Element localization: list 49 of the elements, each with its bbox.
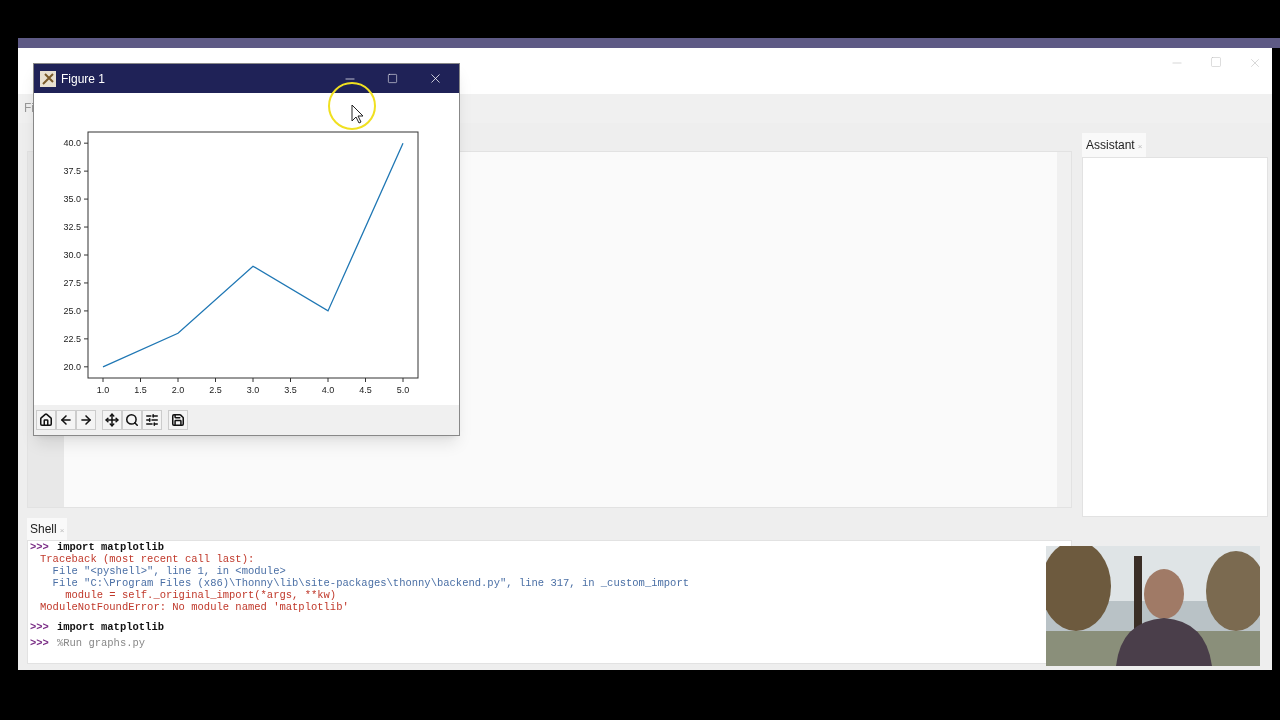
save-icon [171,413,185,427]
shell-line: %Run graphs.py [56,637,146,649]
shell-line: module = self._original_import(*args, **kw) [64,589,337,601]
save-button[interactable] [168,410,188,430]
forward-arrow-icon [79,413,93,427]
shell-line: Traceback (most recent call last): [39,553,255,565]
search-button[interactable] [122,410,142,430]
y-tick-label: 30.0 [63,250,81,260]
y-tick-label: 22.5 [63,333,81,344]
sliders-button[interactable] [142,410,162,430]
close-icon[interactable] [428,71,443,86]
x-tick-label: 2.5 [209,385,222,395]
home-button[interactable] [36,410,56,430]
move-button[interactable] [102,410,122,430]
x-tick-label: 3.0 [246,385,260,395]
y-tick-label: 27.5 [63,277,81,288]
y-tick-label: 35.0 [63,194,81,205]
assistant-tab[interactable]: Assistant × [1082,133,1147,157]
forward-arrow-button[interactable] [76,410,96,430]
home-icon [39,413,53,427]
x-tick-label: 1.0 [96,385,110,395]
x-tick-label: 4.5 [359,385,372,395]
x-tick-label: 3.5 [284,385,297,395]
window-title: Figure 1 [61,70,106,88]
x-tick-label: 2.0 [171,385,185,395]
y-tick-label: 40.0 [63,138,81,149]
back-arrow-icon [59,413,73,427]
shell-line: ModuleNotFoundError: No module named 'matplotlib' [39,601,349,613]
y-tick-label: 37.5 [63,166,81,177]
shell-line: File "<pyshell>", line 1, in <module> [51,565,286,577]
back-arrow-button[interactable] [56,410,76,430]
shell-prompt: >>> [30,541,49,553]
sliders-icon [145,413,159,427]
shell-line: import matplotlib [56,541,165,553]
y-tick-label: 20.0 [63,361,81,372]
search-icon [125,413,139,427]
x-tick-label: 4.0 [321,385,335,395]
pointer-icon [327,81,377,131]
y-tick-label: 25.0 [63,305,81,316]
move-icon [105,413,119,427]
shell-prompt: >>> [30,637,49,649]
app-icon [40,70,56,87]
x-tick-label: 5.0 [396,385,410,395]
shell-tab[interactable]: Shell × [27,518,68,540]
shell-prompt: >>> [30,621,49,633]
shell-line: File "C:\Program Files (x86)\Thonny\lib\site-packages\thonny\backend.py", line 317, in _custom_import [51,577,689,589]
shell-line: import matplotlib [56,621,165,633]
x-tick-label: 1.5 [134,385,147,395]
y-tick-label: 32.5 [63,222,81,233]
